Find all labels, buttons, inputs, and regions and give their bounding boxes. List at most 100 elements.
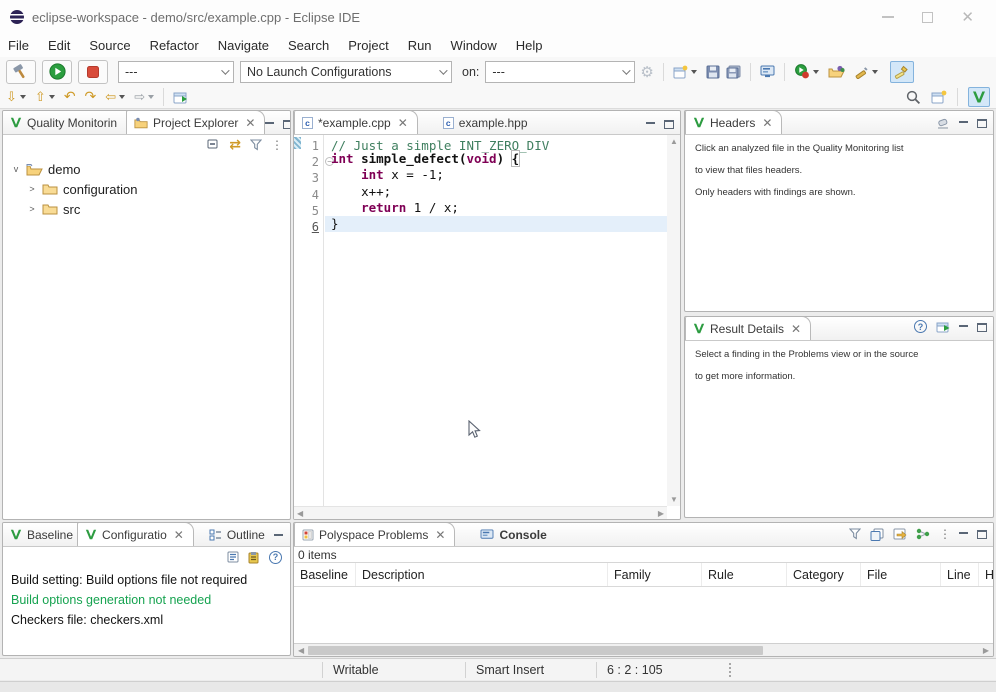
clear-icon[interactable] <box>937 118 950 129</box>
column-baseline[interactable]: Baseline <box>294 563 356 586</box>
column-category[interactable]: Category <box>787 563 861 586</box>
forward-history-button[interactable]: ⇨ <box>134 90 154 105</box>
menu-file[interactable]: File <box>8 38 29 53</box>
collapse-all-icon[interactable] <box>207 139 220 151</box>
close-icon[interactable]: ✕ <box>762 116 772 130</box>
minimize-panel-icon[interactable] <box>646 121 655 124</box>
column-description[interactable]: Description <box>356 563 608 586</box>
view-menu-icon[interactable]: ⋮ <box>939 527 950 541</box>
copy-icon[interactable] <box>870 528 884 541</box>
close-icon[interactable]: ✕ <box>174 528 184 542</box>
tab-baseline[interactable]: Baseline <box>3 523 77 546</box>
tab-quality-monitoring[interactable]: Quality Monitorin <box>3 111 126 134</box>
tab-result-details[interactable]: Result Details ✕ <box>685 316 811 340</box>
expander-closed-icon[interactable]: > <box>27 204 37 214</box>
filter-icon[interactable] <box>250 139 262 151</box>
help-icon[interactable]: ? <box>269 551 282 564</box>
launch-config-dropdown[interactable]: No Launch Configurations <box>240 61 452 83</box>
next-annotation-button[interactable]: ⇩ <box>6 90 26 105</box>
menu-source[interactable]: Source <box>89 38 130 53</box>
search-button[interactable] <box>906 90 921 105</box>
show-options-icon[interactable] <box>227 551 239 563</box>
column-file[interactable]: File <box>861 563 941 586</box>
column-family[interactable]: Family <box>608 563 702 586</box>
previous-annotation-button[interactable]: ⇧ <box>35 90 55 105</box>
menu-navigate[interactable]: Navigate <box>218 38 269 53</box>
tab-project-explorer[interactable]: Project Explorer ✕ <box>126 110 265 134</box>
open-in-new-window-icon[interactable] <box>936 321 950 333</box>
highlight-findings-button[interactable] <box>890 61 914 83</box>
window-minimize-button[interactable] <box>882 16 894 18</box>
run-button[interactable] <box>42 60 72 84</box>
target-settings-button[interactable]: ⚙ <box>640 63 653 81</box>
menu-search[interactable]: Search <box>288 38 329 53</box>
close-icon[interactable]: ✕ <box>791 322 801 336</box>
open-project-results-button[interactable] <box>828 65 845 79</box>
save-button[interactable] <box>706 65 720 79</box>
maximize-panel-icon[interactable] <box>977 323 987 332</box>
tree-item-demo[interactable]: v demo <box>3 159 290 179</box>
open-perspective-button[interactable] <box>931 90 947 104</box>
editor-horizontal-scrollbar[interactable]: ◀▶ <box>294 506 667 519</box>
close-icon[interactable]: ✕ <box>398 116 408 130</box>
menu-edit[interactable]: Edit <box>48 38 70 53</box>
column-h-partial[interactable]: H <box>979 563 994 586</box>
code-editor[interactable]: 1 2 3 4 5 6 − // Just a simple INT_ZERO_… <box>294 135 680 519</box>
editor-vertical-scrollbar[interactable]: ▲ ▼ <box>667 135 680 506</box>
link-with-editor-icon[interactable]: ⇄ <box>229 137 241 153</box>
tree-item-configuration[interactable]: > configuration <box>3 179 290 199</box>
tab-headers[interactable]: Headers ✕ <box>685 110 782 134</box>
trace-graph-icon[interactable] <box>916 528 930 540</box>
tab-outline[interactable]: Outline <box>202 523 274 546</box>
tab-example-hpp[interactable]: c example.hpp <box>436 111 537 134</box>
save-all-button[interactable] <box>726 65 741 79</box>
filter-icon[interactable] <box>849 528 861 540</box>
tab-console[interactable]: Console <box>473 523 555 546</box>
last-edit-location-button[interactable]: ↶ <box>64 89 76 105</box>
close-icon[interactable]: ✕ <box>435 528 445 542</box>
maximize-panel-icon[interactable] <box>664 120 674 129</box>
expander-closed-icon[interactable]: > <box>27 184 37 194</box>
menu-run[interactable]: Run <box>408 38 432 53</box>
tree-item-src[interactable]: > src <box>3 199 290 219</box>
problems-horizontal-scrollbar[interactable]: ◀ ▶ <box>294 643 993 656</box>
close-icon[interactable]: ✕ <box>245 116 255 130</box>
stop-button[interactable] <box>78 60 108 84</box>
polyspace-perspective-button[interactable] <box>968 87 990 107</box>
build-button[interactable] <box>6 60 36 84</box>
minimize-panel-icon[interactable] <box>265 121 274 124</box>
edit-checkers-icon[interactable] <box>248 551 260 564</box>
next-edit-location-button[interactable]: ↷ <box>85 89 97 105</box>
new-wizard-button[interactable] <box>673 65 697 79</box>
view-menu-icon[interactable]: ⋮ <box>271 138 282 152</box>
expander-open-icon[interactable]: v <box>11 164 21 174</box>
menu-help[interactable]: Help <box>516 38 543 53</box>
menu-refactor[interactable]: Refactor <box>150 38 199 53</box>
minimize-panel-icon[interactable] <box>959 324 968 327</box>
minimize-panel-icon[interactable] <box>274 533 283 536</box>
back-history-button[interactable]: ⇦ <box>105 90 125 105</box>
column-line[interactable]: Line <box>941 563 979 586</box>
run-history-button[interactable] <box>794 64 819 79</box>
maximize-panel-icon[interactable] <box>977 530 987 539</box>
window-close-button[interactable]: ✕ <box>961 8 974 26</box>
menu-project[interactable]: Project <box>348 38 388 53</box>
help-icon[interactable]: ? <box>914 320 927 333</box>
maximize-panel-icon[interactable] <box>977 119 987 128</box>
export-icon[interactable] <box>893 528 907 540</box>
minimize-panel-icon[interactable] <box>959 120 968 123</box>
minimize-panel-icon[interactable] <box>959 531 968 534</box>
pin-editor-button[interactable] <box>173 91 188 104</box>
open-console-button[interactable] <box>760 65 775 78</box>
code-area[interactable]: // Just a simple INT_ZERO_DIV int simple… <box>325 135 667 506</box>
window-maximize-button[interactable] <box>922 12 933 23</box>
maximize-panel-icon[interactable] <box>283 120 291 129</box>
build-config-dropdown[interactable]: --- <box>118 61 234 83</box>
annotate-button[interactable] <box>854 65 878 79</box>
tab-polyspace-problems[interactable]: Polyspace Problems ✕ <box>294 522 455 546</box>
tab-configuration[interactable]: Configuratio ✕ <box>77 522 194 546</box>
menu-window[interactable]: Window <box>451 38 497 53</box>
tab-example-cpp[interactable]: c *example.cpp ✕ <box>294 110 418 134</box>
column-rule[interactable]: Rule <box>702 563 787 586</box>
launch-target-dropdown[interactable]: --- <box>485 61 635 83</box>
